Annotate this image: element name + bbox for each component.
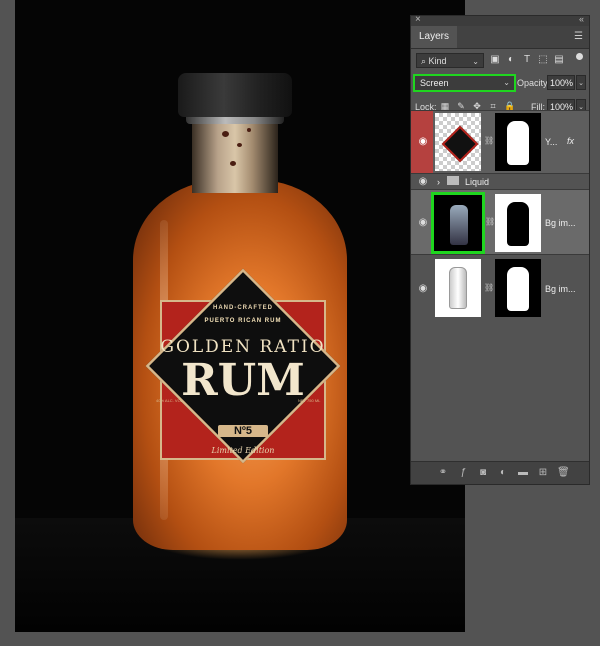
mask-bottle-shape [507,267,529,311]
panel-titlebar: × « [411,14,589,26]
image-filter-icon[interactable]: ▣ [489,54,501,66]
eye-icon[interactable]: ◉ [417,136,429,147]
add-style-icon[interactable]: ƒ [457,467,469,478]
layer-name[interactable]: Bg im... [545,218,576,228]
mask-bottle-shape [507,121,529,165]
search-icon: ⌕ [421,56,429,66]
layer-row[interactable]: ◉ ⛓ Y... fx [411,110,589,174]
layer-thumbnail[interactable] [431,192,485,254]
opacity-label: Opacity: [517,78,551,88]
tab-layers[interactable]: Layers [411,26,458,48]
blend-mode-select[interactable]: Screen ⌄ [413,74,516,92]
chain-link-icon[interactable]: ⛓ [484,136,494,145]
eye-icon[interactable]: ◉ [417,176,429,187]
layer-name[interactable]: Y... [545,137,557,147]
cork-spot [237,143,242,147]
layer-thumbnail [435,113,481,171]
bottle-cap [178,73,292,117]
chevron-right-icon[interactable]: › [437,177,440,187]
shape-filter-icon[interactable]: ⬚ [537,54,549,66]
type-filter-icon[interactable]: T [521,54,533,66]
panel-tabbar: Layers ☰ [411,26,589,49]
thumb-label-art [441,125,479,163]
add-mask-icon[interactable]: ◙ [477,467,489,478]
filter-kind-select[interactable]: ⌕ Kind ⌄ [416,53,484,68]
fx-badge[interactable]: fx [567,136,574,146]
layer-name[interactable]: Bg im... [545,284,576,294]
filter-kind-label: Kind [428,56,447,66]
chain-link-icon[interactable]: ⛓ [484,283,494,292]
adjustment-filter-icon[interactable]: ◐ [505,54,517,66]
label-title: GOLDEN RATIO [160,337,326,357]
cork-spot [222,131,229,137]
eye-icon[interactable]: ◉ [417,283,429,294]
filter-toggle[interactable] [576,53,583,60]
panel-menu-icon[interactable]: ☰ [574,31,583,42]
layer-mask-thumbnail[interactable] [495,113,541,171]
cork-spot [230,161,236,166]
layer-group-row[interactable]: ◉ › Liquid [411,173,589,190]
new-group-icon[interactable]: ▬ [517,467,529,478]
eye-icon[interactable]: ◉ [417,217,429,228]
thumb-bottle [449,267,467,309]
trash-icon[interactable]: 🗑 [557,467,570,478]
label-number: Nº5 [218,425,268,437]
thumb-bottle [450,205,468,245]
layer-thumbnail [435,259,481,317]
bottle-neck-cork [192,113,278,193]
layers-panel: × « Layers ☰ ⌕ Kind ⌄ ▣ ◐ T ⬚ ▤ Screen ⌄… [410,14,590,485]
filter-row: ⌕ Kind ⌄ ▣ ◐ T ⬚ ▤ [411,49,589,71]
opacity-dropdown[interactable]: ⌄ [576,75,586,90]
layer-row[interactable]: ◉ ⛓ Bg im... [411,189,589,255]
blend-mode-value: Screen [420,78,449,88]
layer-mask-thumbnail[interactable] [495,259,541,317]
label-abv: 40% ALC. VOL. [156,398,185,403]
layers-footer: ⚭ ƒ ◙ ◐ ▬ ⊞ 🗑 [411,461,589,484]
label-edition: Limited Edition [211,446,275,455]
label-volume: NET 750 ML [298,398,321,403]
smart-object-filter-icon[interactable]: ▤ [553,54,565,66]
blend-row: Screen ⌄ Opacity: 100% ⌄ [411,71,589,95]
layer-name[interactable]: Liquid [465,177,489,187]
cork-spot [247,128,251,132]
label-hand-crafted: HAND-CRAFTED [213,305,273,311]
label-origin: PUERTO RICAN RUM [204,318,282,324]
layer-mask-thumbnail[interactable] [495,194,541,252]
chevron-down-icon: ⌄ [472,57,479,66]
opacity-input[interactable]: 100% [547,75,575,90]
new-layer-icon[interactable]: ⊞ [537,467,549,478]
link-layers-icon[interactable]: ⚭ [437,467,449,478]
folder-icon [447,176,459,185]
chain-link-icon[interactable]: ⛓ [485,217,495,226]
new-adjustment-icon[interactable]: ◐ [497,467,509,478]
layer-row[interactable]: ◉ ⛓ Bg im... [411,254,589,321]
double-chevron-icon[interactable]: « [579,14,584,24]
chevron-down-icon: ⌄ [503,78,510,87]
close-icon[interactable]: × [415,14,421,25]
mask-bottle-shape [507,202,529,246]
